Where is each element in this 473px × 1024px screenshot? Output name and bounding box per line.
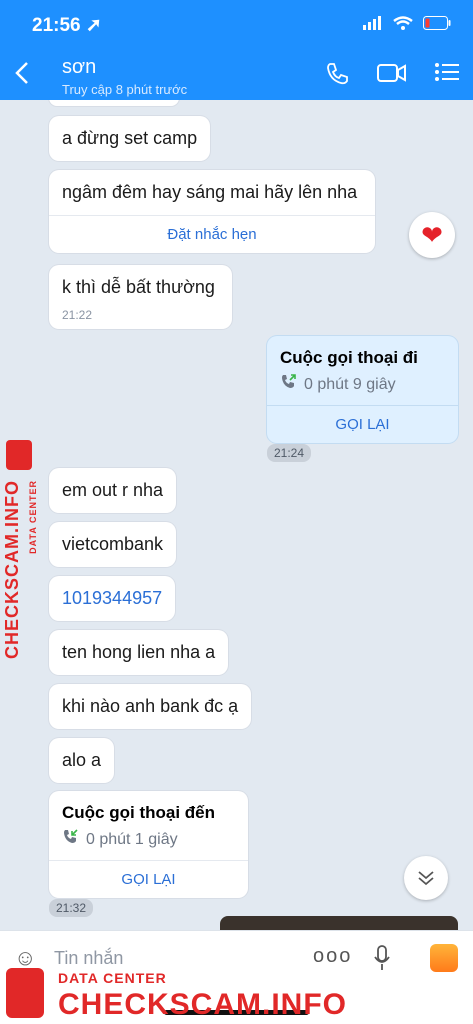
message-bubble[interactable]: k thì dễ bất thường 21:22 <box>49 265 232 329</box>
watermark-text: DATA CENTER <box>58 970 167 986</box>
chat-area[interactable]: a đừng set camp ngâm đêm hay sáng mai hã… <box>0 100 473 930</box>
image-message-thumbnail[interactable] <box>220 916 458 930</box>
call-duration: 0 phút 1 giây <box>86 830 178 848</box>
message-text: khi nào anh bank đc ạ <box>62 696 239 716</box>
message-bubble[interactable]: 1019344957 <box>49 576 176 621</box>
message-time: 21:22 <box>62 308 93 322</box>
redial-button[interactable]: GỌI LẠI <box>267 405 458 443</box>
message-text: em out r nha <box>62 480 164 500</box>
last-seen: Truy cập 8 phút trước <box>62 82 188 97</box>
outgoing-call-icon <box>280 374 296 395</box>
header-actions <box>325 62 459 91</box>
message-text: ngâm đêm hay sáng mai hãy lên nha <box>62 182 358 202</box>
contact-name[interactable]: sơn <box>62 56 96 79</box>
call-title: Cuộc gọi thoại đi <box>280 348 418 367</box>
call-duration-row: 0 phút 9 giây <box>267 372 458 405</box>
message-bubble[interactable]: ten hong lien nha a <box>49 630 229 675</box>
battery-icon <box>423 16 451 35</box>
chevron-left-icon[interactable] <box>14 60 30 93</box>
video-call-icon[interactable] <box>377 62 407 91</box>
set-reminder-button[interactable]: Đặt nhắc hẹn <box>49 215 375 253</box>
message-bubble[interactable]: em out r nha <box>49 468 177 513</box>
incoming-call-icon <box>62 829 78 850</box>
watermark-text: CHECKSCAM.INFO <box>2 480 22 659</box>
scroll-down-icon[interactable] <box>404 856 448 900</box>
call-duration-row: 0 phút 1 giây <box>49 827 248 860</box>
phone-icon[interactable] <box>325 62 349 91</box>
watermark-text: CHECKSCAM.INFO <box>58 988 347 1021</box>
lock-icon <box>6 968 44 1018</box>
time-stamp: 21:24 <box>267 444 312 462</box>
lock-icon <box>6 440 32 470</box>
message-bubble[interactable]: alo a <box>49 738 115 783</box>
more-options-icon[interactable]: ooo <box>313 945 352 968</box>
chat-header: sơn Truy cập 8 phút trước <box>0 52 473 100</box>
call-duration: 0 phút 9 giây <box>304 375 396 393</box>
message-text: ten hong lien nha a <box>62 642 216 662</box>
message-bubble[interactable]: ngâm đêm hay sáng mai hãy lên nha Đặt nh… <box>49 170 375 253</box>
phone-number-link[interactable]: 1019344957 <box>49 576 175 621</box>
watermark-text: DATA CENTER <box>28 480 38 554</box>
message-text: k thì dễ bất thường <box>62 277 215 297</box>
message-text: alo a <box>62 750 102 770</box>
signal-icon <box>363 16 383 35</box>
wifi-icon <box>393 16 413 35</box>
photo-gallery-icon[interactable] <box>430 944 458 972</box>
call-title: Cuộc gọi thoại đến <box>62 803 215 822</box>
incoming-call-card[interactable]: Cuộc gọi thoại đến 0 phút 1 giây GỌI LẠI <box>49 791 248 898</box>
status-bar: 21:56 ➚ <box>0 0 473 52</box>
outgoing-call-card[interactable]: Cuộc gọi thoại đi 0 phút 9 giây GỌI LẠI <box>267 336 458 443</box>
time-stamp: 21:32 <box>49 899 94 917</box>
message-bubble[interactable]: vietcombank <box>49 522 177 567</box>
message-text: a đừng set camp <box>62 128 198 148</box>
redial-button[interactable]: GỌI LẠI <box>49 860 248 898</box>
watermark-bottom: DATA CENTER CHECKSCAM.INFO <box>0 962 346 1024</box>
watermark-side: CHECKSCAM.INFO DATA CENTER <box>2 440 42 670</box>
status-icons <box>363 16 451 35</box>
message-text: vietcombank <box>62 534 164 554</box>
message-bubble[interactable]: khi nào anh bank đc ạ <box>49 684 252 729</box>
message-bubble-partial <box>49 100 179 106</box>
status-time: 21:56 ➚ <box>32 15 102 36</box>
heart-reaction-icon[interactable]: ❤ <box>409 212 455 258</box>
message-bubble[interactable]: a đừng set camp <box>49 116 211 161</box>
menu-list-icon[interactable] <box>435 62 459 91</box>
microphone-icon[interactable] <box>373 945 391 977</box>
